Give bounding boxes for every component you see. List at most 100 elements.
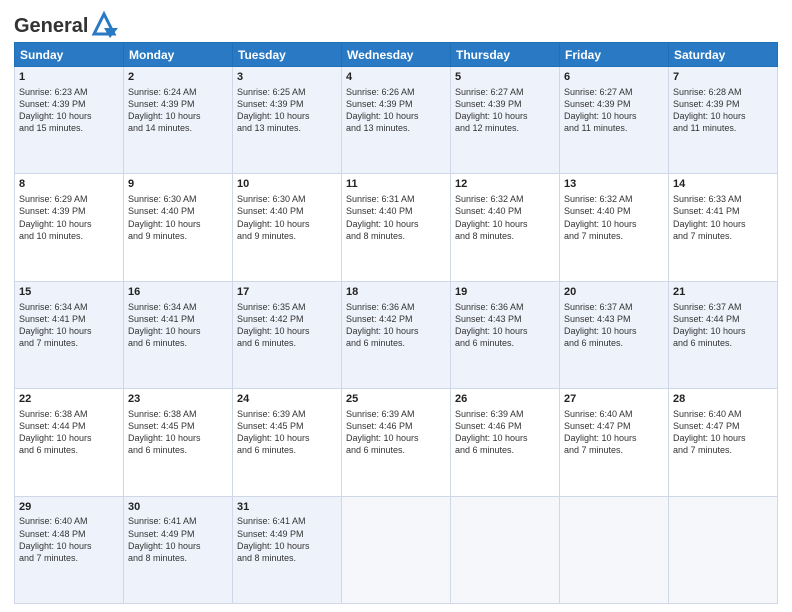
day-number: 2: [128, 70, 228, 85]
calendar-cell: 21Sunrise: 6:37 AMSunset: 4:44 PMDayligh…: [669, 281, 778, 388]
day-info: Sunrise: 6:39 AMSunset: 4:45 PMDaylight:…: [237, 408, 337, 457]
day-info: Sunrise: 6:30 AMSunset: 4:40 PMDaylight:…: [237, 193, 337, 242]
day-info: Sunrise: 6:36 AMSunset: 4:43 PMDaylight:…: [455, 301, 555, 350]
day-info: Sunrise: 6:36 AMSunset: 4:42 PMDaylight:…: [346, 301, 446, 350]
day-info: Sunrise: 6:39 AMSunset: 4:46 PMDaylight:…: [346, 408, 446, 457]
day-number: 27: [564, 392, 664, 407]
day-number: 16: [128, 285, 228, 300]
calendar-cell: 27Sunrise: 6:40 AMSunset: 4:47 PMDayligh…: [560, 389, 669, 496]
day-info: Sunrise: 6:32 AMSunset: 4:40 PMDaylight:…: [564, 193, 664, 242]
col-header-friday: Friday: [560, 43, 669, 67]
calendar-cell: 9Sunrise: 6:30 AMSunset: 4:40 PMDaylight…: [124, 174, 233, 281]
day-info: Sunrise: 6:38 AMSunset: 4:44 PMDaylight:…: [19, 408, 119, 457]
col-header-saturday: Saturday: [669, 43, 778, 67]
day-number: 6: [564, 70, 664, 85]
calendar-cell: 13Sunrise: 6:32 AMSunset: 4:40 PMDayligh…: [560, 174, 669, 281]
day-info: Sunrise: 6:29 AMSunset: 4:39 PMDaylight:…: [19, 193, 119, 242]
calendar-cell: [451, 496, 560, 603]
calendar-cell: 16Sunrise: 6:34 AMSunset: 4:41 PMDayligh…: [124, 281, 233, 388]
calendar-cell: [342, 496, 451, 603]
calendar-header-row: SundayMondayTuesdayWednesdayThursdayFrid…: [15, 43, 778, 67]
day-number: 28: [673, 392, 773, 407]
day-info: Sunrise: 6:31 AMSunset: 4:40 PMDaylight:…: [346, 193, 446, 242]
logo: General: [14, 14, 118, 38]
day-info: Sunrise: 6:40 AMSunset: 4:48 PMDaylight:…: [19, 515, 119, 564]
col-header-sunday: Sunday: [15, 43, 124, 67]
day-number: 22: [19, 392, 119, 407]
calendar-cell: 17Sunrise: 6:35 AMSunset: 4:42 PMDayligh…: [233, 281, 342, 388]
calendar-week-1: 1Sunrise: 6:23 AMSunset: 4:39 PMDaylight…: [15, 67, 778, 174]
day-info: Sunrise: 6:30 AMSunset: 4:40 PMDaylight:…: [128, 193, 228, 242]
day-number: 3: [237, 70, 337, 85]
day-info: Sunrise: 6:41 AMSunset: 4:49 PMDaylight:…: [128, 515, 228, 564]
day-number: 1: [19, 70, 119, 85]
day-info: Sunrise: 6:32 AMSunset: 4:40 PMDaylight:…: [455, 193, 555, 242]
day-number: 5: [455, 70, 555, 85]
logo-text-general: General: [14, 15, 88, 37]
day-number: 17: [237, 285, 337, 300]
day-number: 11: [346, 177, 446, 192]
day-number: 10: [237, 177, 337, 192]
day-info: Sunrise: 6:35 AMSunset: 4:42 PMDaylight:…: [237, 301, 337, 350]
calendar-cell: 6Sunrise: 6:27 AMSunset: 4:39 PMDaylight…: [560, 67, 669, 174]
calendar-cell: 8Sunrise: 6:29 AMSunset: 4:39 PMDaylight…: [15, 174, 124, 281]
calendar-cell: 25Sunrise: 6:39 AMSunset: 4:46 PMDayligh…: [342, 389, 451, 496]
calendar-cell: 15Sunrise: 6:34 AMSunset: 4:41 PMDayligh…: [15, 281, 124, 388]
calendar-week-3: 15Sunrise: 6:34 AMSunset: 4:41 PMDayligh…: [15, 281, 778, 388]
day-info: Sunrise: 6:27 AMSunset: 4:39 PMDaylight:…: [564, 86, 664, 135]
day-number: 8: [19, 177, 119, 192]
day-info: Sunrise: 6:38 AMSunset: 4:45 PMDaylight:…: [128, 408, 228, 457]
day-number: 31: [237, 500, 337, 515]
day-number: 15: [19, 285, 119, 300]
calendar-cell: 10Sunrise: 6:30 AMSunset: 4:40 PMDayligh…: [233, 174, 342, 281]
col-header-thursday: Thursday: [451, 43, 560, 67]
day-number: 9: [128, 177, 228, 192]
day-info: Sunrise: 6:24 AMSunset: 4:39 PMDaylight:…: [128, 86, 228, 135]
day-info: Sunrise: 6:33 AMSunset: 4:41 PMDaylight:…: [673, 193, 773, 242]
calendar-cell: 29Sunrise: 6:40 AMSunset: 4:48 PMDayligh…: [15, 496, 124, 603]
calendar-cell: [560, 496, 669, 603]
day-number: 20: [564, 285, 664, 300]
calendar-cell: 22Sunrise: 6:38 AMSunset: 4:44 PMDayligh…: [15, 389, 124, 496]
day-info: Sunrise: 6:34 AMSunset: 4:41 PMDaylight:…: [19, 301, 119, 350]
day-number: 13: [564, 177, 664, 192]
calendar-cell: 5Sunrise: 6:27 AMSunset: 4:39 PMDaylight…: [451, 67, 560, 174]
calendar-cell: 30Sunrise: 6:41 AMSunset: 4:49 PMDayligh…: [124, 496, 233, 603]
day-number: 18: [346, 285, 446, 300]
calendar-cell: 11Sunrise: 6:31 AMSunset: 4:40 PMDayligh…: [342, 174, 451, 281]
day-info: Sunrise: 6:40 AMSunset: 4:47 PMDaylight:…: [673, 408, 773, 457]
day-number: 24: [237, 392, 337, 407]
day-number: 12: [455, 177, 555, 192]
page: General SundayMondayTuesdayWednesdayThur…: [0, 0, 792, 612]
day-info: Sunrise: 6:41 AMSunset: 4:49 PMDaylight:…: [237, 515, 337, 564]
col-header-tuesday: Tuesday: [233, 43, 342, 67]
day-info: Sunrise: 6:37 AMSunset: 4:43 PMDaylight:…: [564, 301, 664, 350]
day-number: 21: [673, 285, 773, 300]
calendar-cell: 31Sunrise: 6:41 AMSunset: 4:49 PMDayligh…: [233, 496, 342, 603]
calendar-cell: 24Sunrise: 6:39 AMSunset: 4:45 PMDayligh…: [233, 389, 342, 496]
calendar-cell: 18Sunrise: 6:36 AMSunset: 4:42 PMDayligh…: [342, 281, 451, 388]
calendar-cell: 20Sunrise: 6:37 AMSunset: 4:43 PMDayligh…: [560, 281, 669, 388]
col-header-monday: Monday: [124, 43, 233, 67]
day-info: Sunrise: 6:34 AMSunset: 4:41 PMDaylight:…: [128, 301, 228, 350]
day-info: Sunrise: 6:28 AMSunset: 4:39 PMDaylight:…: [673, 86, 773, 135]
day-info: Sunrise: 6:27 AMSunset: 4:39 PMDaylight:…: [455, 86, 555, 135]
day-number: 23: [128, 392, 228, 407]
day-info: Sunrise: 6:40 AMSunset: 4:47 PMDaylight:…: [564, 408, 664, 457]
calendar-cell: 7Sunrise: 6:28 AMSunset: 4:39 PMDaylight…: [669, 67, 778, 174]
day-info: Sunrise: 6:26 AMSunset: 4:39 PMDaylight:…: [346, 86, 446, 135]
calendar-cell: 1Sunrise: 6:23 AMSunset: 4:39 PMDaylight…: [15, 67, 124, 174]
day-info: Sunrise: 6:37 AMSunset: 4:44 PMDaylight:…: [673, 301, 773, 350]
calendar-cell: 2Sunrise: 6:24 AMSunset: 4:39 PMDaylight…: [124, 67, 233, 174]
day-number: 4: [346, 70, 446, 85]
calendar-cell: 19Sunrise: 6:36 AMSunset: 4:43 PMDayligh…: [451, 281, 560, 388]
day-number: 7: [673, 70, 773, 85]
calendar-week-2: 8Sunrise: 6:29 AMSunset: 4:39 PMDaylight…: [15, 174, 778, 281]
calendar-cell: 12Sunrise: 6:32 AMSunset: 4:40 PMDayligh…: [451, 174, 560, 281]
header: General: [14, 10, 778, 38]
day-number: 14: [673, 177, 773, 192]
day-number: 25: [346, 392, 446, 407]
day-number: 19: [455, 285, 555, 300]
day-info: Sunrise: 6:23 AMSunset: 4:39 PMDaylight:…: [19, 86, 119, 135]
calendar-cell: [669, 496, 778, 603]
